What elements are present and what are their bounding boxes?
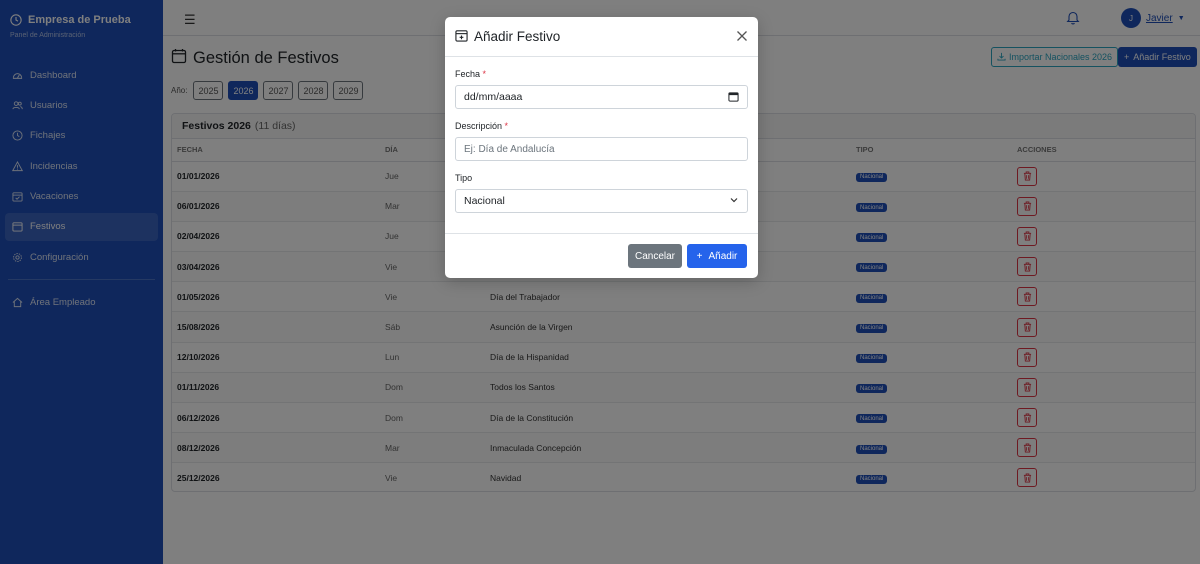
tipo-selected-value: Nacional <box>464 195 505 207</box>
tipo-select[interactable]: Nacional <box>455 189 748 213</box>
add-button-label: Añadir <box>708 250 738 262</box>
calendar-plus-icon <box>455 29 468 45</box>
modal-body: Fecha * dd/mm/aaaa Descripción * Ej: Día… <box>445 69 758 213</box>
calendar-picker-icon[interactable] <box>728 91 739 105</box>
modal-footer: Cancelar + Añadir <box>445 233 758 278</box>
add-festivo-modal: Añadir Festivo Fecha * dd/mm/aaaa Descri… <box>445 17 758 278</box>
descripcion-input[interactable]: Ej: Día de Andalucía <box>455 137 748 161</box>
fecha-date-input[interactable]: dd/mm/aaaa <box>455 85 748 109</box>
descripcion-placeholder: Ej: Día de Andalucía <box>464 143 555 155</box>
modal-header: Añadir Festivo <box>445 17 758 57</box>
required-mark: * <box>482 69 487 79</box>
descripcion-label-text: Descripción <box>455 121 503 131</box>
fecha-label: Fecha * <box>455 69 748 79</box>
cancel-button[interactable]: Cancelar <box>628 244 682 268</box>
add-button[interactable]: + Añadir <box>687 244 747 268</box>
chevron-down-icon <box>729 195 739 208</box>
required-mark: * <box>504 121 509 131</box>
modal-title: Añadir Festivo <box>474 29 561 44</box>
descripcion-label: Descripción * <box>455 121 748 131</box>
close-icon[interactable] <box>735 29 749 43</box>
fecha-label-text: Fecha <box>455 69 481 79</box>
plus-icon: + <box>696 250 703 262</box>
tipo-label: Tipo <box>455 173 473 183</box>
fecha-placeholder: dd/mm/aaaa <box>464 91 523 103</box>
